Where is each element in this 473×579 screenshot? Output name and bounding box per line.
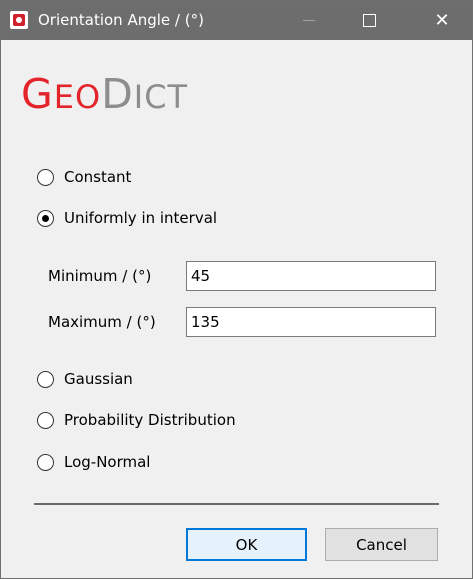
radio-button-icon[interactable]: [37, 453, 54, 471]
maximize-icon: [362, 14, 376, 27]
separator: [34, 503, 439, 505]
radio-button-checked-icon[interactable]: [37, 209, 54, 227]
dialog-window: Orientation Angle / (°) ✕ GEODICT Consta…: [0, 0, 473, 579]
radio-label: Constant: [64, 168, 132, 186]
ok-button[interactable]: OK: [186, 528, 307, 561]
radio-probability-distribution[interactable]: Probability Distribution: [37, 409, 236, 431]
cancel-button[interactable]: Cancel: [325, 528, 438, 561]
radio-label: Gaussian: [64, 370, 133, 388]
geodict-logo: GEODICT: [21, 70, 189, 118]
minimize-button[interactable]: [286, 1, 332, 40]
radio-button-icon[interactable]: [37, 168, 54, 186]
radio-gaussian[interactable]: Gaussian: [37, 368, 133, 390]
radio-uniformly-in-interval[interactable]: Uniformly in interval: [37, 207, 217, 229]
maximum-label: Maximum / (°): [48, 313, 156, 331]
maximum-input[interactable]: [186, 307, 436, 337]
maximize-button[interactable]: [346, 1, 392, 40]
geodict-app-icon: [10, 11, 28, 29]
minimum-input[interactable]: [186, 261, 436, 291]
radio-label: Uniformly in interval: [64, 209, 218, 227]
close-icon: ✕: [434, 10, 450, 31]
minimum-label: Minimum / (°): [48, 267, 152, 285]
radio-label: Log-Normal: [64, 453, 151, 471]
close-button[interactable]: ✕: [419, 1, 465, 40]
radio-button-icon[interactable]: [37, 370, 54, 388]
title-bar[interactable]: Orientation Angle / (°) ✕: [1, 1, 472, 40]
radio-constant[interactable]: Constant: [37, 166, 131, 188]
radio-log-normal[interactable]: Log-Normal: [37, 451, 150, 473]
radio-button-icon[interactable]: [37, 411, 54, 429]
minimize-icon: [303, 20, 315, 21]
radio-label: Probability Distribution: [64, 411, 236, 429]
window-title: Orientation Angle / (°): [38, 11, 204, 29]
